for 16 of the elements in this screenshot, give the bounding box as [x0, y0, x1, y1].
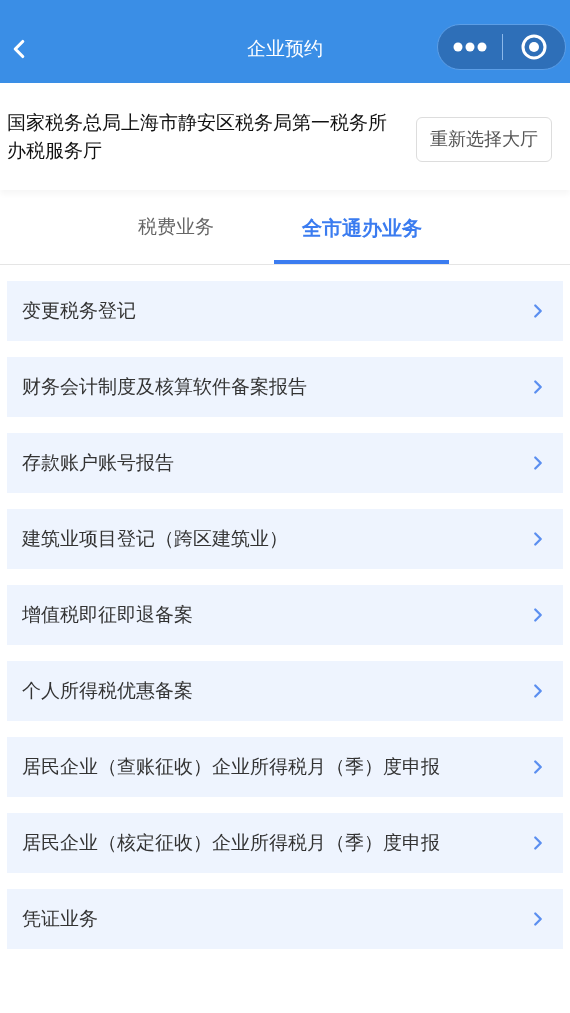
- business-item[interactable]: 居民企业（核定征收）企业所得税月（季）度申报: [7, 813, 563, 873]
- hall-name: 国家税务总局上海市静安区税务局第一税务所办税服务厅: [7, 110, 387, 163]
- business-item[interactable]: 个人所得税优惠备案: [7, 661, 563, 721]
- business-item[interactable]: 存款账户账号报告: [7, 433, 563, 493]
- more-icon: [453, 42, 487, 52]
- business-item[interactable]: 凭证业务: [7, 889, 563, 949]
- page-title: 企业预约: [247, 37, 323, 62]
- business-item[interactable]: 财务会计制度及核算软件备案报告: [7, 357, 563, 417]
- tab[interactable]: 税费业务: [121, 195, 231, 264]
- target-icon: [521, 34, 547, 60]
- tab[interactable]: 全市通办业务: [274, 195, 449, 264]
- business-item[interactable]: 建筑业项目登记（跨区建筑业）: [7, 509, 563, 569]
- reselect-hall-button[interactable]: 重新选择大厅: [416, 116, 552, 162]
- business-item[interactable]: 变更税务登记: [7, 281, 563, 341]
- business-item[interactable]: 增值税即征即退备案: [7, 585, 563, 645]
- business-item[interactable]: 居民企业（查账征收）企业所得税月（季）度申报: [7, 737, 563, 797]
